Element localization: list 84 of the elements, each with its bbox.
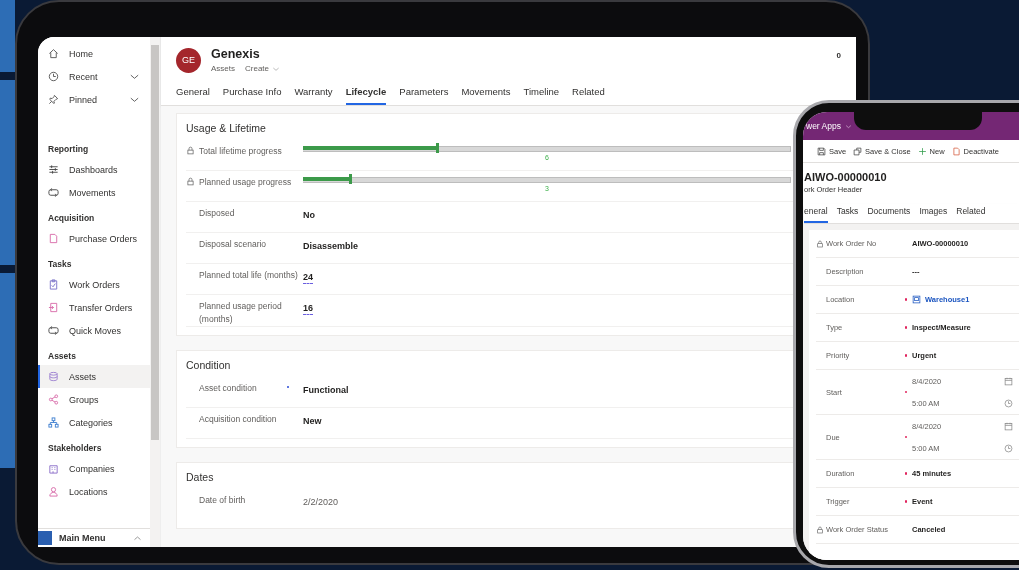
nav-group-heading: Assets (47, 350, 76, 363)
form-tab[interactable]: Movements (461, 83, 511, 105)
person-icon (48, 486, 59, 497)
field-label: Planned total life (months) (199, 269, 298, 282)
nav-item[interactable]: Pinned (38, 88, 150, 111)
sidebar-scrollbar[interactable] (150, 37, 160, 547)
field-label: Date of birth (199, 494, 246, 507)
clipboard-icon (48, 279, 59, 290)
document-arrow-icon (48, 302, 59, 313)
app-title: wer Apps (806, 121, 841, 131)
field-value: 2/2/2020 (303, 496, 339, 507)
record-title: AIWO-00000010 (804, 171, 888, 183)
loop-icon (48, 325, 59, 336)
section-heading: Dates (186, 470, 214, 485)
chevron-icon (133, 533, 142, 543)
form-tab[interactable]: Purchase Info (222, 83, 282, 105)
area-switcher[interactable]: Main Menu (38, 528, 150, 547)
field-value: Disassemble (303, 240, 359, 251)
field-label: Asset condition (199, 382, 257, 395)
form-tab[interactable]: Tasks (836, 204, 859, 223)
avatar-initials: GE (176, 47, 201, 73)
clock-icon (1004, 443, 1013, 453)
field-value: No (303, 209, 315, 220)
form-tab[interactable]: Images (919, 204, 948, 223)
form-tab[interactable]: Timeline (523, 83, 560, 105)
record-title: Genexis (211, 47, 261, 61)
save-icon (817, 146, 826, 156)
form-tab[interactable]: Related (572, 83, 605, 105)
share-icon (48, 394, 59, 405)
loop-icon (48, 187, 59, 198)
field-label: Disposal scenario (199, 238, 267, 251)
area-badge-icon (38, 531, 52, 545)
nav-item[interactable]: Dashboards (38, 158, 150, 181)
nav-item[interactable]: Groups (38, 388, 150, 411)
hierarchy-icon (48, 417, 59, 428)
field-label: Total lifetime progress (199, 145, 282, 158)
field-label: Disposed (199, 207, 235, 220)
document-icon (48, 233, 59, 244)
nav-item[interactable]: Transfer Orders (38, 296, 150, 319)
field-value: 24 (303, 272, 313, 284)
form-tab[interactable]: Parameters (399, 83, 449, 105)
bars-icon (48, 164, 59, 175)
document-icon (951, 146, 961, 156)
nav-group-heading: Acquisition (47, 212, 95, 225)
save-close-icon (853, 146, 863, 156)
nav-item[interactable]: Locations (38, 480, 150, 503)
nav-group-heading: Stakeholders (47, 442, 102, 455)
home-icon (48, 48, 59, 59)
building-icon (48, 463, 59, 474)
entity-icon (912, 295, 921, 304)
entity-name: Assets (211, 64, 235, 73)
field-label: Planned usage period (months) (199, 300, 283, 326)
chevron-icon (844, 122, 852, 130)
nav-item[interactable]: Assets (38, 365, 150, 388)
section-heading: Usage & Lifetime (186, 121, 266, 136)
plus-icon (917, 146, 927, 156)
nav-item[interactable]: Purchase Orders (38, 227, 150, 250)
nav-item[interactable]: Categories (38, 411, 150, 434)
calendar-icon (1004, 421, 1013, 431)
nav-group-heading: Tasks (47, 258, 72, 271)
field-value: Functional (303, 384, 349, 395)
nav-item[interactable]: Quick Moves (38, 319, 150, 342)
field-value: 16 (303, 303, 313, 315)
clock-icon (48, 71, 59, 82)
nav-item[interactable]: Movements (38, 181, 150, 204)
calendar-icon (1004, 376, 1013, 386)
nav-item[interactable]: Home (38, 42, 150, 65)
field-value: New (303, 415, 322, 426)
form-tab[interactable]: Documents (867, 204, 911, 223)
nav-item[interactable]: Companies (38, 457, 150, 480)
section-heading: Condition (186, 358, 231, 373)
nav-item[interactable]: Work Orders (38, 273, 150, 296)
form-tab[interactable]: Related (956, 204, 986, 223)
form-selector[interactable]: Create (245, 64, 281, 73)
form-tab[interactable]: Warranty (294, 83, 333, 105)
clock-icon (1004, 398, 1013, 408)
nav-item[interactable]: Recent (38, 65, 150, 88)
nav-group-heading: Reporting (47, 143, 89, 156)
database-icon (48, 371, 59, 382)
record-count: 0 (836, 51, 841, 60)
field-label: Planned usage progress (199, 176, 292, 189)
field-label: Acquisition condition (199, 413, 277, 426)
pin-icon (48, 94, 59, 105)
form-tab[interactable]: General (176, 83, 210, 105)
